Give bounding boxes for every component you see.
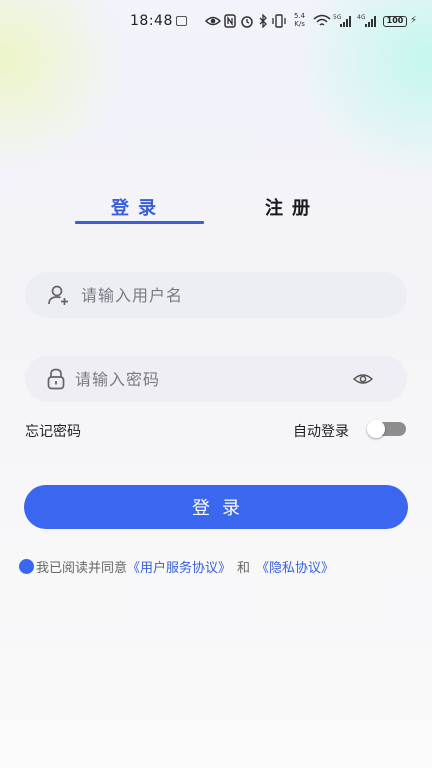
charging-icon: ⚡ bbox=[410, 15, 418, 26]
username-input[interactable] bbox=[81, 280, 331, 310]
tab-login[interactable]: 登录 bbox=[111, 194, 165, 220]
status-bar: 18:48 5.4 K/s 5G 4G 100 ⚡ bbox=[0, 0, 432, 44]
network-speed: 5.4 K/s bbox=[294, 12, 306, 28]
tab-indicator bbox=[75, 221, 204, 224]
password-input[interactable] bbox=[75, 364, 325, 394]
tab-register[interactable]: 注册 bbox=[265, 194, 319, 220]
vibrate-icon bbox=[272, 14, 286, 28]
user-icon bbox=[48, 285, 68, 305]
battery-indicator: 100 bbox=[383, 16, 407, 27]
agreement-prefix: 我已阅读并同意 bbox=[36, 561, 128, 576]
agreement-row: 我已阅读并同意 《用户服务协议》 和 《隐私协议》 bbox=[19, 557, 334, 576]
signal-label-1: 5G bbox=[333, 14, 342, 21]
auto-login-label: 自动登录 bbox=[293, 424, 349, 440]
privacy-policy-link[interactable]: 《隐私协议》 bbox=[256, 557, 334, 576]
username-field bbox=[25, 272, 407, 318]
alarm-icon bbox=[241, 16, 253, 28]
agreement-and: 和 bbox=[237, 561, 251, 576]
wifi-icon bbox=[313, 14, 331, 26]
signal-label-2: 4G bbox=[357, 14, 366, 21]
lock-icon bbox=[47, 368, 65, 390]
agree-checkbox[interactable] bbox=[19, 559, 34, 574]
password-field bbox=[25, 356, 407, 402]
eye-status-icon bbox=[205, 16, 221, 26]
notification-icon bbox=[176, 16, 187, 26]
show-password-icon[interactable] bbox=[353, 370, 373, 388]
status-time: 18:48 bbox=[130, 13, 173, 29]
bluetooth-icon bbox=[259, 14, 267, 28]
toggle-knob bbox=[367, 420, 385, 438]
login-button[interactable]: 登录 bbox=[24, 485, 408, 529]
nfc-icon bbox=[224, 14, 236, 28]
user-agreement-link[interactable]: 《用户服务协议》 bbox=[127, 557, 231, 576]
forgot-password-link[interactable]: 忘记密码 bbox=[25, 421, 81, 441]
auto-login-toggle[interactable] bbox=[367, 420, 406, 438]
